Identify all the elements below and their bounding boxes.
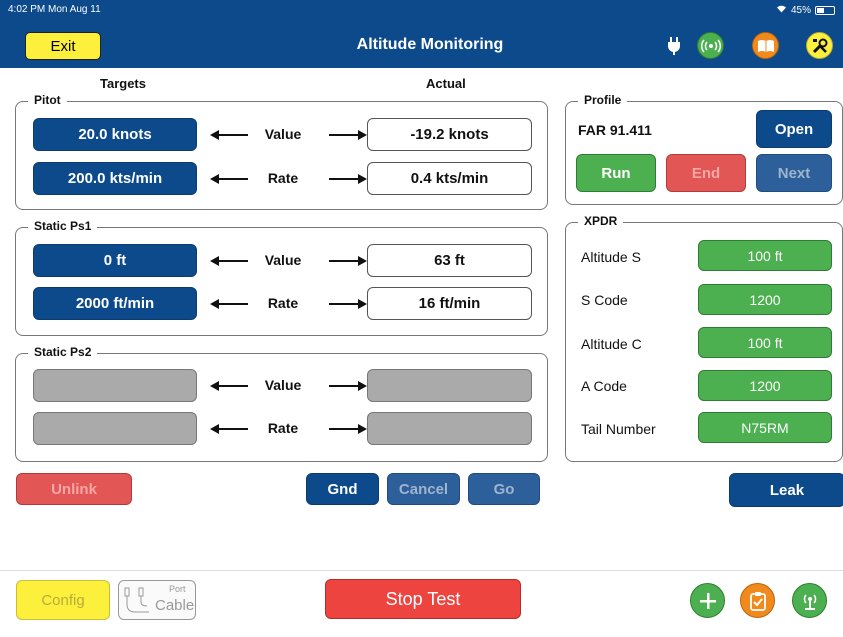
xpdr-label-tail-number: Tail Number xyxy=(581,421,656,437)
page-title: Altitude Monitoring xyxy=(356,36,504,53)
cable-label: Cable xyxy=(155,597,195,614)
static1-rate-actual: 16 ft/min xyxy=(367,287,532,320)
footer-divider xyxy=(0,570,843,571)
unlink-button[interactable]: Unlink xyxy=(16,473,132,505)
plug-icon[interactable] xyxy=(660,32,687,59)
config-button[interactable]: Config xyxy=(16,580,110,620)
exit-button[interactable]: Exit xyxy=(25,32,101,60)
static2-rate-actual xyxy=(367,412,532,445)
pitot-rate-target[interactable]: 200.0 kts/min xyxy=(33,162,197,195)
open-button[interactable]: Open xyxy=(756,110,832,148)
static2-rate-target xyxy=(33,412,197,445)
static1-value-target[interactable]: 0 ft xyxy=(33,244,197,277)
antenna-icon[interactable] xyxy=(792,583,827,618)
arrow-right-icon xyxy=(329,256,367,266)
end-button[interactable]: End xyxy=(666,154,746,192)
arrow-right-icon xyxy=(329,381,367,391)
port-label: Port xyxy=(169,584,186,594)
static-ps1-legend: Static Ps1 xyxy=(28,219,98,233)
xpdr-legend: XPDR xyxy=(578,214,624,228)
wifi-icon xyxy=(776,4,787,16)
targets-label: Targets xyxy=(100,76,146,91)
battery-icon xyxy=(815,5,835,15)
leak-button[interactable]: Leak xyxy=(729,473,843,507)
pitot-value-target[interactable]: 20.0 knots xyxy=(33,118,197,151)
xpdr-label-altitude-c: Altitude C xyxy=(581,336,642,352)
book-icon[interactable] xyxy=(752,32,779,59)
app-header: Exit Altitude Monitoring xyxy=(0,22,843,68)
status-bar: 4:02 PM Mon Aug 11 45% xyxy=(0,0,843,22)
xpdr-label-s-code: S Code xyxy=(581,292,628,308)
xpdr-value-tail-number[interactable]: N75RM xyxy=(698,412,832,443)
stop-test-button[interactable]: Stop Test xyxy=(325,579,521,619)
xpdr-label-altitude-s: Altitude S xyxy=(581,249,641,265)
arrow-right-icon xyxy=(329,299,367,309)
static-ps1-group: Static Ps1 0 ft Value 63 ft 2000 ft/min … xyxy=(15,219,548,336)
static-ps2-group: Static Ps2 Value Rate xyxy=(15,345,548,462)
gnd-button[interactable]: Gnd xyxy=(306,473,379,505)
xpdr-group: XPDR Altitude S 100 ft S Code 1200 Altit… xyxy=(565,214,843,462)
broadcast-icon[interactable] xyxy=(697,32,724,59)
battery-percent: 45% xyxy=(790,4,811,16)
pitot-group: Pitot 20.0 knots Value -19.2 knots 200.0… xyxy=(15,93,548,210)
arrow-right-icon xyxy=(329,174,367,184)
static-ps2-legend: Static Ps2 xyxy=(28,345,98,359)
static1-value-actual: 63 ft xyxy=(367,244,532,277)
plus-icon[interactable] xyxy=(690,583,725,618)
xpdr-value-a-code[interactable]: 1200 xyxy=(698,370,832,401)
static2-value-target xyxy=(33,369,197,402)
next-button[interactable]: Next xyxy=(756,154,832,192)
arrow-right-icon xyxy=(329,424,367,434)
xpdr-label-a-code: A Code xyxy=(581,378,627,394)
cable-icon xyxy=(123,586,151,621)
cancel-button[interactable]: Cancel xyxy=(387,473,460,505)
run-button[interactable]: Run xyxy=(576,154,656,192)
profile-legend: Profile xyxy=(578,93,628,107)
go-button[interactable]: Go xyxy=(468,473,540,505)
pitot-rate-actual: 0.4 kts/min xyxy=(367,162,532,195)
xpdr-value-s-code[interactable]: 1200 xyxy=(698,284,832,315)
tools-icon[interactable] xyxy=(806,32,833,59)
clipboard-check-icon[interactable] xyxy=(740,583,775,618)
static2-value-actual xyxy=(367,369,532,402)
profile-group: Profile FAR 91.411 Open Run End Next xyxy=(565,93,843,205)
pitot-value-actual: -19.2 knots xyxy=(367,118,532,151)
xpdr-value-altitude-s[interactable]: 100 ft xyxy=(698,240,832,271)
pitot-legend: Pitot xyxy=(28,93,67,107)
xpdr-value-altitude-c[interactable]: 100 ft xyxy=(698,327,832,358)
static1-rate-target[interactable]: 2000 ft/min xyxy=(33,287,197,320)
status-time: 4:02 PM Mon Aug 11 xyxy=(8,4,101,15)
battery-status: 45% xyxy=(776,4,835,16)
port-cable-button[interactable]: Port Cable xyxy=(118,580,196,620)
actual-label: Actual xyxy=(426,76,466,91)
profile-name: FAR 91.411 xyxy=(578,122,652,138)
arrow-right-icon xyxy=(329,130,367,140)
